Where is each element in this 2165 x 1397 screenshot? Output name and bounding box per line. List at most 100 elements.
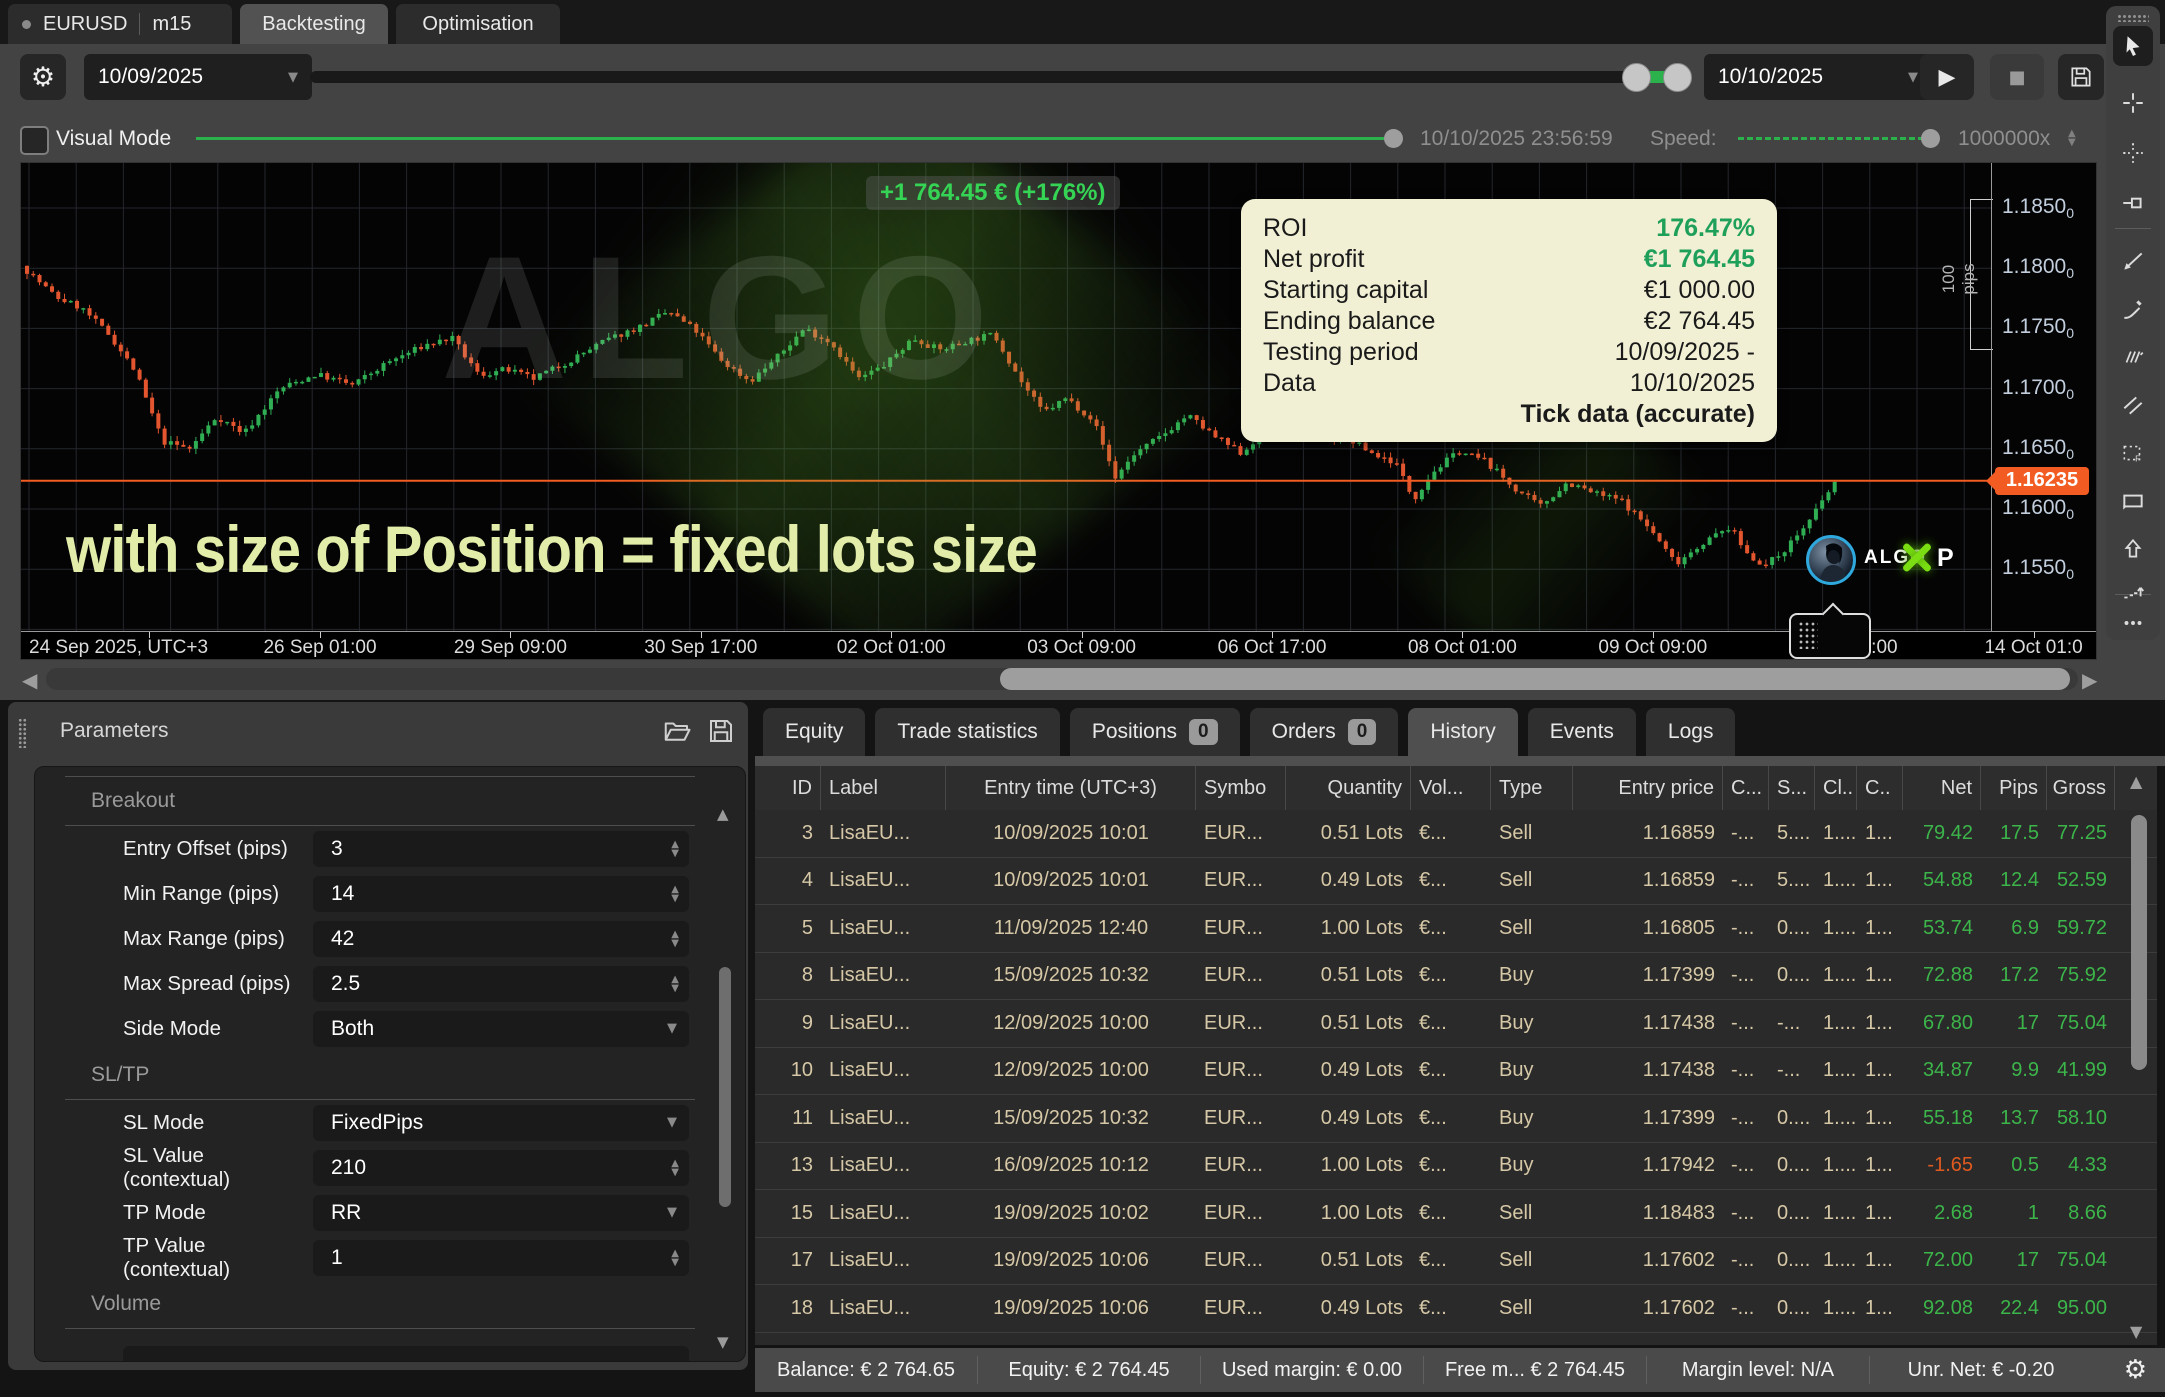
tab-positions[interactable]: Positions0 [1070, 708, 1240, 756]
strip-grip-icon[interactable] [2117, 14, 2149, 22]
period-range-slider[interactable] [310, 71, 1692, 83]
save-parameters-button[interactable] [706, 716, 736, 746]
scroll-left-button[interactable]: ◀ [22, 668, 37, 692]
speed-spinner[interactable]: ▲▼ [2068, 129, 2076, 147]
cell-entryprice: 1.17602 [1573, 1297, 1723, 1320]
table-row[interactable]: 18LisaEU...19/09/2025 10:06EUR...0.49 Lo… [755, 1285, 2157, 1333]
column-header[interactable]: Cl.. [1815, 766, 1857, 810]
params-scrollbar-thumb[interactable] [719, 967, 731, 1207]
save-button[interactable] [2058, 54, 2104, 100]
table-scroll-down[interactable]: ▼ [2130, 1322, 2142, 1341]
current-bar-marker[interactable] [1789, 613, 1871, 659]
column-header[interactable]: Net [1903, 766, 1981, 810]
tab-logs[interactable]: Logs [1646, 708, 1736, 756]
chart-hscrollbar-thumb[interactable] [1000, 668, 2070, 690]
speed-handle[interactable] [1921, 129, 1940, 148]
tool-more-icon[interactable] [2113, 606, 2153, 640]
parameter-stepper[interactable]: 3▲▼ [313, 831, 689, 867]
column-header[interactable]: Symbo [1196, 766, 1286, 810]
panel-grip-icon[interactable] [18, 718, 27, 748]
tool-pattern-icon[interactable] [2113, 340, 2153, 374]
table-row[interactable]: 20LisaEU...22/09/2025 10:25EUR...0.51 Lo… [755, 1333, 2157, 1346]
cell-vol: €... [1411, 1154, 1491, 1177]
time-axis[interactable]: 24 Sep 2025, UTC+326 Sep 01:0029 Sep 09:… [21, 631, 2096, 660]
range-handle-right[interactable] [1663, 63, 1692, 92]
table-row[interactable]: 5LisaEU...11/09/2025 12:40EUR...1.00 Lot… [755, 905, 2157, 953]
cutoff-field[interactable] [123, 1346, 689, 1362]
tab-orders[interactable]: Orders0 [1250, 708, 1399, 756]
table-scrollbar-thumb[interactable] [2131, 815, 2147, 1070]
progress-handle[interactable] [1384, 129, 1403, 148]
column-header[interactable]: ID [755, 766, 821, 810]
parameter-stepper[interactable]: 1▲▼ [313, 1240, 689, 1276]
tool-fibonacci-icon[interactable]: F [2113, 436, 2153, 470]
parameter-stepper[interactable]: 14▲▼ [313, 876, 689, 912]
price-chart[interactable]: ALGO +1 764.45 € (+176%) ROI176.47%Net p… [20, 162, 2097, 660]
column-header[interactable]: Pips [1981, 766, 2047, 810]
table-row[interactable]: 15LisaEU...19/09/2025 10:02EUR...1.00 Lo… [755, 1190, 2157, 1238]
start-date-select[interactable]: 10/09/2025 ▼ [84, 54, 312, 100]
tool-pencil-icon[interactable] [2113, 292, 2153, 326]
parameter-stepper[interactable]: 2.5▲▼ [313, 966, 689, 1002]
tool-arrow-up-icon[interactable] [2113, 532, 2153, 566]
parameter-select[interactable]: FixedPips▼ [313, 1105, 689, 1141]
tool-crosshair-icon[interactable] [2113, 86, 2153, 120]
column-header[interactable]: C.. [1857, 766, 1903, 810]
params-scroll-down[interactable]: ▼ [717, 1333, 729, 1351]
tab-events[interactable]: Events [1528, 708, 1636, 756]
chart-hscrollbar[interactable] [46, 668, 2078, 690]
parameters-form: BreakoutEntry Offset (pips)3▲▼Min Range … [34, 766, 746, 1362]
parameter-select[interactable]: RR▼ [313, 1195, 689, 1231]
price-axis[interactable]: 1.185001.180001.175001.170001.165001.160… [1991, 163, 2097, 631]
table-row[interactable]: 3LisaEU...10/09/2025 10:01EUR...0.51 Lot… [755, 810, 2157, 858]
tab-history[interactable]: History [1408, 708, 1517, 756]
range-handle-left[interactable] [1622, 63, 1651, 92]
tool-dot-crosshair-icon[interactable] [2113, 136, 2153, 170]
column-header[interactable]: Label [821, 766, 946, 810]
table-row[interactable]: 10LisaEU...12/09/2025 10:00EUR...0.49 Lo… [755, 1048, 2157, 1096]
column-header[interactable]: Type [1491, 766, 1573, 810]
tool-channel-icon[interactable] [2113, 388, 2153, 422]
table-row[interactable]: 4LisaEU...10/09/2025 10:01EUR...0.49 Lot… [755, 858, 2157, 906]
table-row[interactable]: 9LisaEU...12/09/2025 10:00EUR...0.51 Lot… [755, 1000, 2157, 1048]
cell-vol: €... [1411, 1059, 1491, 1082]
end-date-select[interactable]: 10/10/2025 ▼ [1704, 54, 1932, 100]
scroll-right-button[interactable]: ▶ [2082, 668, 2097, 692]
table-scroll-up[interactable]: ▲ [2130, 772, 2142, 791]
play-button[interactable]: ▶ [1920, 54, 1974, 100]
tool-rectangle-icon[interactable] [2113, 484, 2153, 518]
visual-mode-checkbox[interactable] [20, 126, 49, 155]
tool-trend-line-icon[interactable] [2113, 244, 2153, 278]
speed-slider[interactable] [1738, 137, 1924, 140]
parameter-stepper[interactable]: 210▲▼ [313, 1150, 689, 1186]
table-row[interactable]: 8LisaEU...15/09/2025 10:32EUR...0.51 Lot… [755, 953, 2157, 1001]
symbol-tab[interactable]: EURUSD m15 [8, 4, 232, 44]
load-parameters-button[interactable] [662, 716, 692, 746]
params-scroll-up[interactable]: ▲ [717, 805, 729, 823]
table-row[interactable]: 17LisaEU...19/09/2025 10:06EUR...0.51 Lo… [755, 1238, 2157, 1286]
tool-price-marker-icon[interactable] [2113, 186, 2153, 220]
parameter-select[interactable]: Both▼ [313, 1011, 689, 1047]
column-header[interactable]: Gross [2047, 766, 2115, 810]
column-header[interactable]: Vol... [1411, 766, 1491, 810]
cell-vol: €... [1411, 1012, 1491, 1035]
history-table[interactable]: 3LisaEU...10/09/2025 10:01EUR...0.51 Lot… [755, 810, 2157, 1345]
stop-button[interactable]: ■ [1990, 54, 2044, 100]
table-row[interactable]: 11LisaEU...15/09/2025 10:32EUR...0.49 Lo… [755, 1095, 2157, 1143]
column-header[interactable]: Entry price [1573, 766, 1723, 810]
column-header[interactable]: Entry time (UTC+3) [946, 766, 1196, 810]
table-row[interactable]: 13LisaEU...16/09/2025 10:12EUR...1.00 Lo… [755, 1143, 2157, 1191]
tab-trade-statistics[interactable]: Trade statistics [875, 708, 1059, 756]
tab-backtesting[interactable]: Backtesting [240, 4, 388, 44]
status-gear-icon[interactable]: ⚙ [2124, 1355, 2147, 1385]
column-header[interactable]: C... [1723, 766, 1769, 810]
settings-button[interactable]: ⚙ [20, 54, 66, 100]
column-header[interactable]: S... [1769, 766, 1815, 810]
parameter-stepper[interactable]: 42▲▼ [313, 921, 689, 957]
column-header[interactable]: Quantity [1286, 766, 1411, 810]
parameter-label: Max Range (pips) [123, 927, 313, 951]
tool-forecast-icon[interactable] [2113, 574, 2153, 608]
tab-optimisation[interactable]: Optimisation [396, 4, 560, 44]
tool-cursor-icon[interactable] [2113, 26, 2153, 66]
tab-equity[interactable]: Equity [763, 708, 865, 756]
